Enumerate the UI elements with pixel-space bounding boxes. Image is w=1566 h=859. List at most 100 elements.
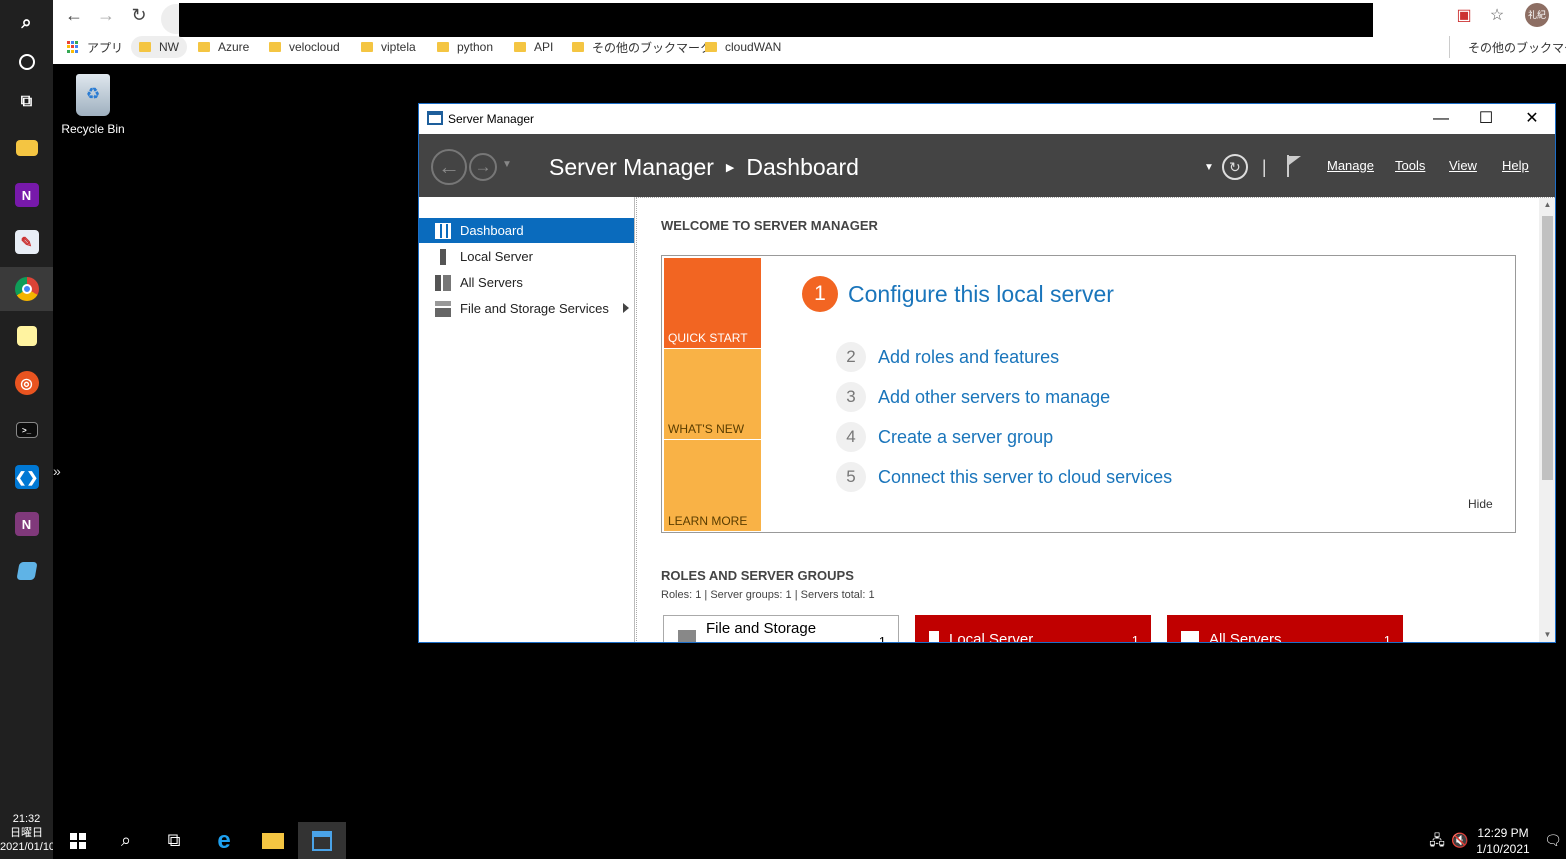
maximize-button[interactable]: ☐: [1463, 104, 1509, 134]
menu-help[interactable]: Help: [1502, 158, 1529, 173]
recycle-bin[interactable]: Recycle Bin: [58, 74, 128, 136]
window-title: Server Manager: [448, 112, 535, 126]
step-create-group[interactable]: 4 Create a server group: [836, 422, 1053, 452]
profile-avatar[interactable]: 礼紀: [1525, 3, 1549, 27]
nav-item-dashboard[interactable]: Dashboard: [419, 218, 634, 243]
bookmark-python[interactable]: python: [437, 36, 493, 58]
menu-view[interactable]: View: [1449, 158, 1477, 173]
welcome-panel: QUICK START WHAT'S NEW LEARN MORE 1 Conf…: [661, 255, 1516, 533]
bookmark-cloudwan[interactable]: cloudWAN: [705, 36, 781, 58]
ubuntu-icon[interactable]: ◎: [0, 361, 53, 405]
system-clock[interactable]: 12:29 PM 1/10/2021: [1463, 825, 1543, 857]
scroll-down-icon[interactable]: ▼: [1539, 628, 1555, 642]
vscode-icon[interactable]: ❮❯: [0, 455, 53, 499]
history-dropdown-icon[interactable]: ▼: [502, 159, 512, 170]
sticky-notes-icon[interactable]: [0, 314, 53, 358]
task-view-icon[interactable]: ⧉: [0, 80, 53, 124]
vertical-scrollbar[interactable]: ▲ ▼: [1539, 198, 1555, 642]
bookmark-label: NW: [159, 40, 179, 54]
host-clock: 21:32 日曜日 2021/01/10: [0, 812, 53, 854]
tile-quick-start[interactable]: QUICK START: [664, 258, 761, 348]
all-servers-icon: [1181, 631, 1199, 642]
tile-whats-new[interactable]: WHAT'S NEW: [664, 349, 761, 439]
back-icon[interactable]: ←: [63, 4, 85, 26]
network-icon[interactable]: 🖧: [1427, 830, 1447, 850]
bookmark-azure[interactable]: Azure: [198, 36, 249, 58]
other-bookmarks[interactable]: その他のブックマーク: [1449, 36, 1566, 58]
notifications-flag-icon[interactable]: [1285, 155, 1303, 179]
clipboard-icon[interactable]: ▣: [1453, 5, 1475, 27]
expand-chevron-icon[interactable]: [623, 303, 629, 313]
terminal-icon[interactable]: >_: [0, 408, 53, 452]
guest-taskbar: ⌕ ⧉ e 🖧 🔇 12:29 PM 1/10/2021 🗨: [53, 822, 1566, 859]
step-add-roles[interactable]: 2 Add roles and features: [836, 342, 1059, 372]
reload-icon[interactable]: ↻: [128, 4, 150, 26]
cortana-icon[interactable]: [0, 40, 53, 84]
bookmark-velocloud[interactable]: velocloud: [269, 36, 340, 58]
file-explorer-icon[interactable]: [0, 126, 53, 170]
search-icon[interactable]: ⌕: [0, 0, 53, 44]
step-configure-local-server[interactable]: 1 Configure this local server: [802, 276, 1114, 312]
folder-icon: [139, 42, 151, 52]
breadcrumb-page: Dashboard: [746, 154, 859, 180]
roles-stats: Roles: 1 | Server groups: 1 | Servers to…: [661, 589, 875, 601]
menu-manage[interactable]: Manage: [1327, 158, 1374, 173]
nav-item-all-servers[interactable]: All Servers: [419, 270, 634, 295]
step-number: 3: [836, 382, 866, 412]
internet-explorer-icon[interactable]: e: [200, 822, 248, 859]
role-card-file-storage[interactable]: File and Storage 1: [663, 615, 899, 642]
server-manager-icon[interactable]: [298, 822, 346, 859]
role-card-all-servers[interactable]: All Servers 1: [1167, 615, 1403, 643]
tile-learn-more[interactable]: LEARN MORE: [664, 440, 761, 531]
step-connect-cloud[interactable]: 5 Connect this server to cloud services: [836, 462, 1172, 492]
action-center-icon[interactable]: 🗨: [1543, 830, 1563, 850]
menu-tools[interactable]: Tools: [1395, 158, 1425, 173]
bookmark-label: viptela: [381, 40, 416, 54]
bookmark-viptela[interactable]: viptela: [361, 36, 416, 58]
sm-content: WELCOME TO SERVER MANAGER QUICK START WH…: [636, 197, 1555, 643]
window-titlebar[interactable]: Server Manager — ☐ ✕: [419, 104, 1555, 134]
nav-label: Dashboard: [460, 223, 524, 238]
onenote-icon[interactable]: N: [0, 173, 53, 217]
card-count: 1: [1383, 633, 1391, 643]
refresh-icon[interactable]: ↻: [1221, 154, 1248, 180]
file-storage-icon: [678, 630, 696, 642]
step-label: Create a server group: [878, 426, 1054, 447]
forward-icon[interactable]: →: [469, 153, 497, 181]
search-icon[interactable]: ⌕: [102, 822, 150, 859]
folder-icon: [572, 42, 584, 52]
collapse-panel-icon[interactable]: »: [53, 463, 69, 479]
role-card-local-server[interactable]: Local Server 1: [915, 615, 1151, 643]
bookmark-nw[interactable]: NW: [131, 36, 187, 58]
close-button[interactable]: ✕: [1509, 104, 1555, 134]
onenote-2016-icon[interactable]: N: [0, 502, 53, 546]
hide-link[interactable]: Hide: [1468, 497, 1493, 511]
nav-item-file-storage[interactable]: File and Storage Services: [419, 296, 634, 321]
paint-icon[interactable]: ✎: [0, 220, 53, 264]
divider: |: [1261, 156, 1267, 177]
windows-logo-icon: [70, 832, 86, 849]
scroll-up-icon[interactable]: ▲: [1539, 198, 1555, 212]
notepad-icon[interactable]: [0, 549, 53, 593]
minimize-button[interactable]: —: [1418, 104, 1464, 134]
bookmark-apps[interactable]: アプリ: [67, 36, 123, 58]
card-label: All Servers: [1209, 631, 1282, 643]
step-label: Configure this local server: [848, 280, 1114, 307]
chrome-icon[interactable]: [0, 267, 53, 311]
tile-label: QUICK START: [668, 331, 748, 345]
star-icon[interactable]: ☆: [1486, 5, 1508, 27]
task-view-icon[interactable]: ⧉: [150, 822, 198, 859]
step-add-servers[interactable]: 3 Add other servers to manage: [836, 382, 1110, 412]
start-button[interactable]: [54, 822, 102, 859]
step-label: Add roles and features: [878, 346, 1060, 367]
refresh-dropdown-icon[interactable]: ▼: [1204, 162, 1214, 173]
file-explorer-icon[interactable]: [249, 822, 297, 859]
nav-item-local-server[interactable]: Local Server: [419, 244, 634, 269]
forward-icon[interactable]: →: [95, 4, 117, 26]
back-icon[interactable]: ←: [431, 149, 467, 185]
folder-icon: [514, 42, 526, 52]
bookmark-other-folder[interactable]: その他のブックマーク: [572, 36, 712, 58]
scroll-thumb[interactable]: [1542, 216, 1553, 480]
card-label: Local Server: [949, 631, 1034, 643]
bookmark-api[interactable]: API: [514, 36, 553, 58]
